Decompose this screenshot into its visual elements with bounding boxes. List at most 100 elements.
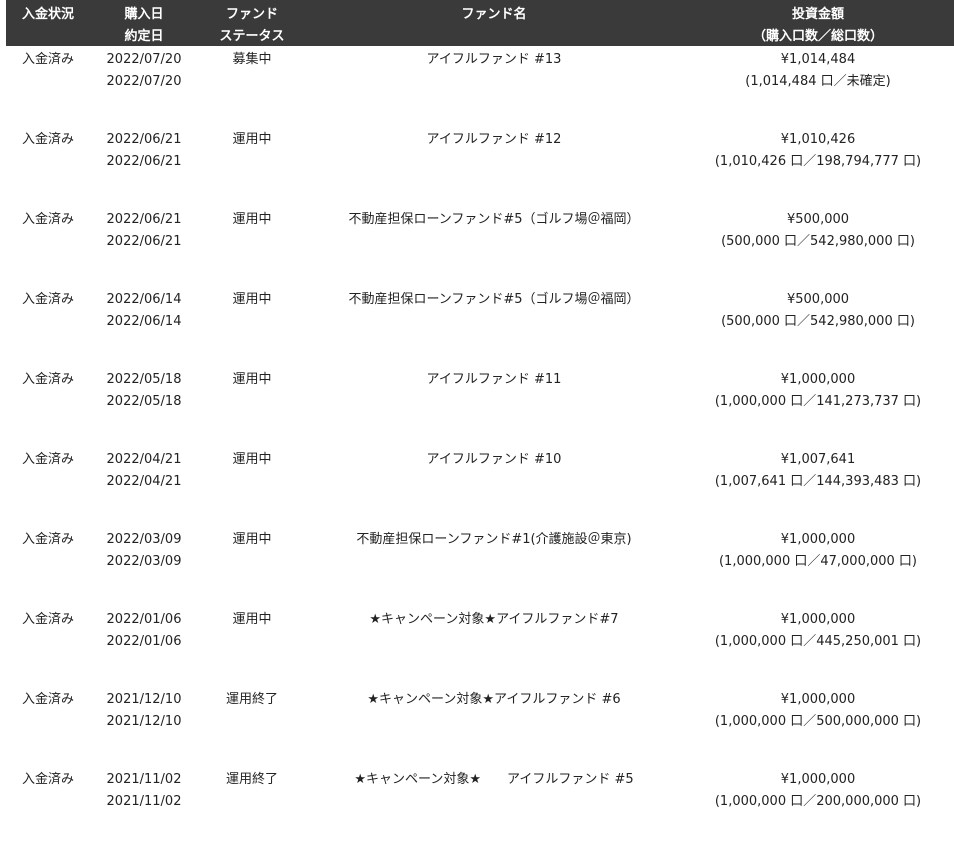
cell-fund-status: 運用中 [198, 446, 306, 526]
cell-fund-name: ★キャンペーン対象★アイフルファンド #6 [306, 686, 682, 766]
table-row: 入金済み 2022/07/20 2022/07/20 募集中 アイフルファンド #… [6, 46, 954, 126]
header-label: 入金状況 [21, 7, 74, 22]
unit-count: (1,000,000 口／141,273,737 口) [714, 394, 922, 409]
cell-investment-amount: ¥1,007,641 (1,007,641 口／144,393,483 口) [682, 446, 954, 526]
unit-count: (500,000 口／542,980,000 口) [721, 314, 915, 329]
fund-name: 不動産担保ローンファンド#1(介護施設＠東京) [356, 532, 632, 547]
investment-amount: ¥1,000,000 [780, 612, 856, 627]
contract-date: 2022/04/21 [106, 474, 182, 489]
fund-name: ★キャンペーン対象★アイフルファンド#7 [369, 612, 619, 627]
cell-dates: 2022/06/14 2022/06/14 [90, 286, 198, 366]
cell-fund-name: 不動産担保ローンファンド#5（ゴルフ場＠福岡） [306, 206, 682, 286]
contract-date: 2022/07/20 [106, 74, 182, 89]
cell-fund-name: ★キャンペーン対象★ アイフルファンド #5 [306, 766, 682, 846]
cell-fund-status: 募集中 [198, 46, 306, 126]
header-fund-name: ファンド名 [306, 0, 682, 46]
cell-payment-status: 入金済み [6, 126, 90, 206]
table-row: 入金済み 2021/12/10 2021/12/10 運用終了 ★キャンペーン対象… [6, 686, 954, 766]
purchase-date: 2022/04/21 [106, 452, 182, 467]
cell-dates: 2022/05/18 2022/05/18 [90, 366, 198, 446]
table-row: 入金済み 2022/06/14 2022/06/14 運用中 不動産担保ローンファ… [6, 286, 954, 366]
contract-date: 2022/05/18 [106, 394, 182, 409]
table-body: 入金済み 2022/07/20 2022/07/20 募集中 アイフルファンド #… [6, 46, 954, 846]
unit-count: (1,000,000 口／200,000,000 口) [714, 794, 922, 809]
header-fund-status: ファンド ステータス [198, 0, 306, 46]
contract-date: 2021/12/10 [106, 714, 182, 729]
fund-name: ★キャンペーン対象★ アイフルファンド #5 [354, 772, 634, 787]
investment-amount: ¥1,000,000 [780, 692, 856, 707]
cell-fund-name: アイフルファンド #10 [306, 446, 682, 526]
header-label: 投資金額 [791, 7, 844, 22]
cell-payment-status: 入金済み [6, 526, 90, 606]
purchase-date: 2022/07/20 [106, 52, 182, 67]
unit-count: (500,000 口／542,980,000 口) [721, 234, 915, 249]
header-label: 購入日 [124, 7, 164, 22]
fund-name: アイフルファンド #10 [426, 452, 562, 467]
fund-status: 運用終了 [225, 772, 278, 787]
cell-payment-status: 入金済み [6, 46, 90, 126]
header-dates: 購入日 約定日 [90, 0, 198, 46]
contract-date: 2022/06/21 [106, 234, 182, 249]
investment-amount: ¥1,014,484 [780, 52, 856, 67]
cell-payment-status: 入金済み [6, 686, 90, 766]
cell-payment-status: 入金済み [6, 766, 90, 846]
header-label: ファンド [225, 7, 278, 22]
investment-amount: ¥500,000 [786, 212, 850, 227]
fund-name: アイフルファンド #13 [426, 52, 562, 67]
header-investment-amount: 投資金額 （購入口数／総口数） [682, 0, 954, 46]
contract-date: 2022/03/09 [106, 554, 182, 569]
investment-amount: ¥1,000,000 [780, 532, 856, 547]
cell-fund-status: 運用終了 [198, 686, 306, 766]
fund-status: 募集中 [232, 52, 272, 67]
unit-count: (1,000,000 口／500,000,000 口) [714, 714, 922, 729]
purchase-date: 2022/01/06 [106, 612, 182, 627]
header-label: ファンド名 [461, 7, 527, 22]
cell-investment-amount: ¥1,000,000 (1,000,000 口／200,000,000 口) [682, 766, 954, 846]
unit-count: (1,000,000 口／47,000,000 口) [718, 554, 917, 569]
payment-status: 入金済み [21, 612, 74, 627]
table-row: 入金済み 2022/04/21 2022/04/21 運用中 アイフルファンド #… [6, 446, 954, 526]
cell-fund-status: 運用中 [198, 126, 306, 206]
cell-investment-amount: ¥1,010,426 (1,010,426 口／198,794,777 口) [682, 126, 954, 206]
payment-status: 入金済み [21, 772, 74, 787]
investment-amount: ¥1,000,000 [780, 772, 856, 787]
investment-amount: ¥1,010,426 [780, 132, 856, 147]
fund-name: 不動産担保ローンファンド#5（ゴルフ場＠福岡） [348, 292, 640, 307]
cell-investment-amount: ¥1,000,000 (1,000,000 口／47,000,000 口) [682, 526, 954, 606]
payment-status: 入金済み [21, 692, 74, 707]
fund-status: 運用中 [232, 132, 272, 147]
header-label: （購入口数／総口数） [752, 29, 883, 44]
unit-count: (1,007,641 口／144,393,483 口) [714, 474, 922, 489]
fund-name: アイフルファンド #12 [426, 132, 562, 147]
cell-dates: 2022/06/21 2022/06/21 [90, 126, 198, 206]
cell-investment-amount: ¥1,000,000 (1,000,000 口／445,250,001 口) [682, 606, 954, 686]
cell-fund-name: アイフルファンド #12 [306, 126, 682, 206]
table-row: 入金済み 2022/06/21 2022/06/21 運用中 アイフルファンド #… [6, 126, 954, 206]
purchase-date: 2022/06/14 [106, 292, 182, 307]
fund-status: 運用中 [232, 292, 272, 307]
investment-amount: ¥1,007,641 [780, 452, 856, 467]
unit-count: (1,010,426 口／198,794,777 口) [714, 154, 922, 169]
cell-dates: 2022/03/09 2022/03/09 [90, 526, 198, 606]
unit-count: (1,000,000 口／445,250,001 口) [714, 634, 922, 649]
payment-status: 入金済み [21, 52, 74, 67]
cell-dates: 2022/07/20 2022/07/20 [90, 46, 198, 126]
purchase-date: 2022/06/21 [106, 212, 182, 227]
table-row: 入金済み 2022/06/21 2022/06/21 運用中 不動産担保ローンファ… [6, 206, 954, 286]
cell-dates: 2022/06/21 2022/06/21 [90, 206, 198, 286]
cell-fund-status: 運用中 [198, 366, 306, 446]
cell-payment-status: 入金済み [6, 606, 90, 686]
cell-investment-amount: ¥1,000,000 (1,000,000 口／141,273,737 口) [682, 366, 954, 446]
investment-amount: ¥500,000 [786, 292, 850, 307]
contract-date: 2022/01/06 [106, 634, 182, 649]
fund-status: 運用中 [232, 212, 272, 227]
cell-fund-name: 不動産担保ローンファンド#5（ゴルフ場＠福岡） [306, 286, 682, 366]
header-label: ステータス [219, 29, 285, 44]
cell-fund-name: アイフルファンド #13 [306, 46, 682, 126]
cell-investment-amount: ¥500,000 (500,000 口／542,980,000 口) [682, 286, 954, 366]
payment-status: 入金済み [21, 452, 74, 467]
contract-date: 2022/06/14 [106, 314, 182, 329]
table-row: 入金済み 2022/01/06 2022/01/06 運用中 ★キャンペーン対象★… [6, 606, 954, 686]
cell-dates: 2022/04/21 2022/04/21 [90, 446, 198, 526]
cell-dates: 2022/01/06 2022/01/06 [90, 606, 198, 686]
